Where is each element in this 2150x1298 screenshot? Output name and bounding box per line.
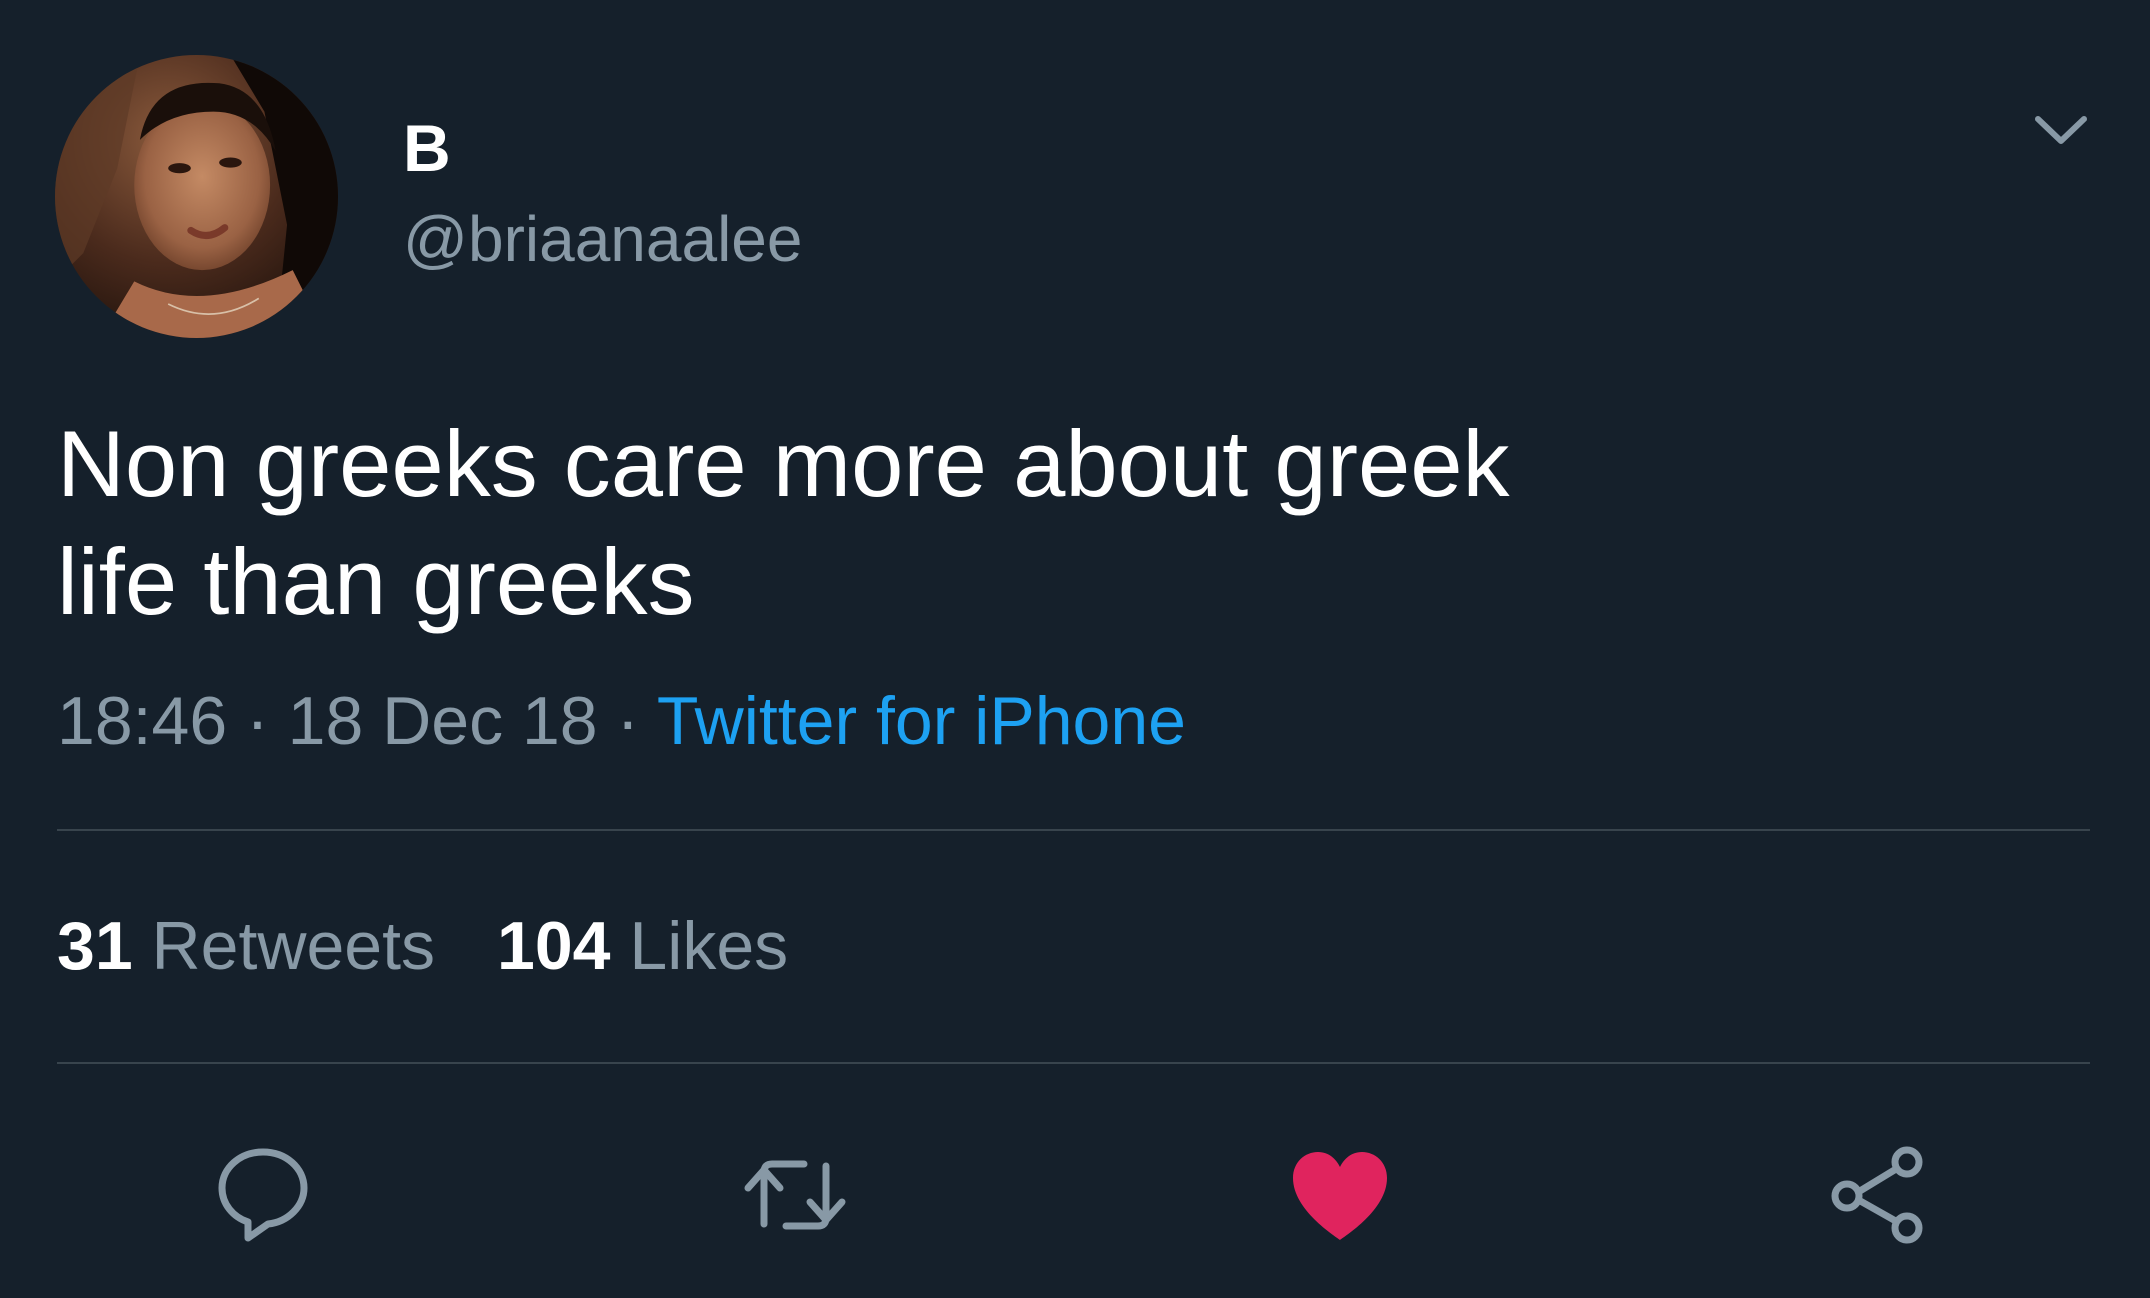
tweet-date: 18 Dec 18 [287, 683, 598, 759]
tweet-source-link[interactable]: Twitter for iPhone [657, 683, 1186, 759]
avatar[interactable] [55, 55, 338, 338]
reply-button[interactable] [208, 1140, 318, 1250]
tweet-detail: B @briaanaalee Non greeks care more abou… [0, 0, 2150, 1298]
like-button[interactable] [1285, 1140, 1395, 1250]
divider [57, 829, 2090, 831]
share-button[interactable] [1823, 1140, 1933, 1250]
chevron-down-icon[interactable] [2030, 105, 2092, 155]
share-icon [1831, 1146, 1923, 1244]
retweet-button[interactable] [740, 1140, 850, 1250]
tweet-time: 18:46 [57, 683, 228, 759]
meta-separator: · [246, 683, 269, 759]
meta-separator: · [616, 683, 640, 759]
tweet-text: Non greeks care more about greek life th… [57, 411, 1510, 634]
heart-icon [1293, 1152, 1387, 1240]
likes-count: 104 [497, 908, 611, 984]
tweet-stats: 31 Retweets 104 Likes [57, 905, 788, 987]
retweets-count: 31 [57, 908, 133, 984]
reply-icon [218, 1148, 308, 1242]
tweet-meta: 18:46 · 18 Dec 18 · Twitter for iPhone [57, 680, 1186, 762]
display-name[interactable]: B [403, 108, 451, 188]
likes-label: Likes [629, 908, 789, 984]
retweets-label: Retweets [151, 908, 436, 984]
retweets-stat[interactable]: 31 Retweets [57, 908, 435, 984]
divider [57, 1062, 2090, 1064]
avatar-image [55, 55, 338, 338]
retweet-icon [744, 1160, 846, 1230]
user-handle[interactable]: @briaanaalee [403, 200, 802, 278]
likes-stat[interactable]: 104 Likes [497, 908, 788, 984]
